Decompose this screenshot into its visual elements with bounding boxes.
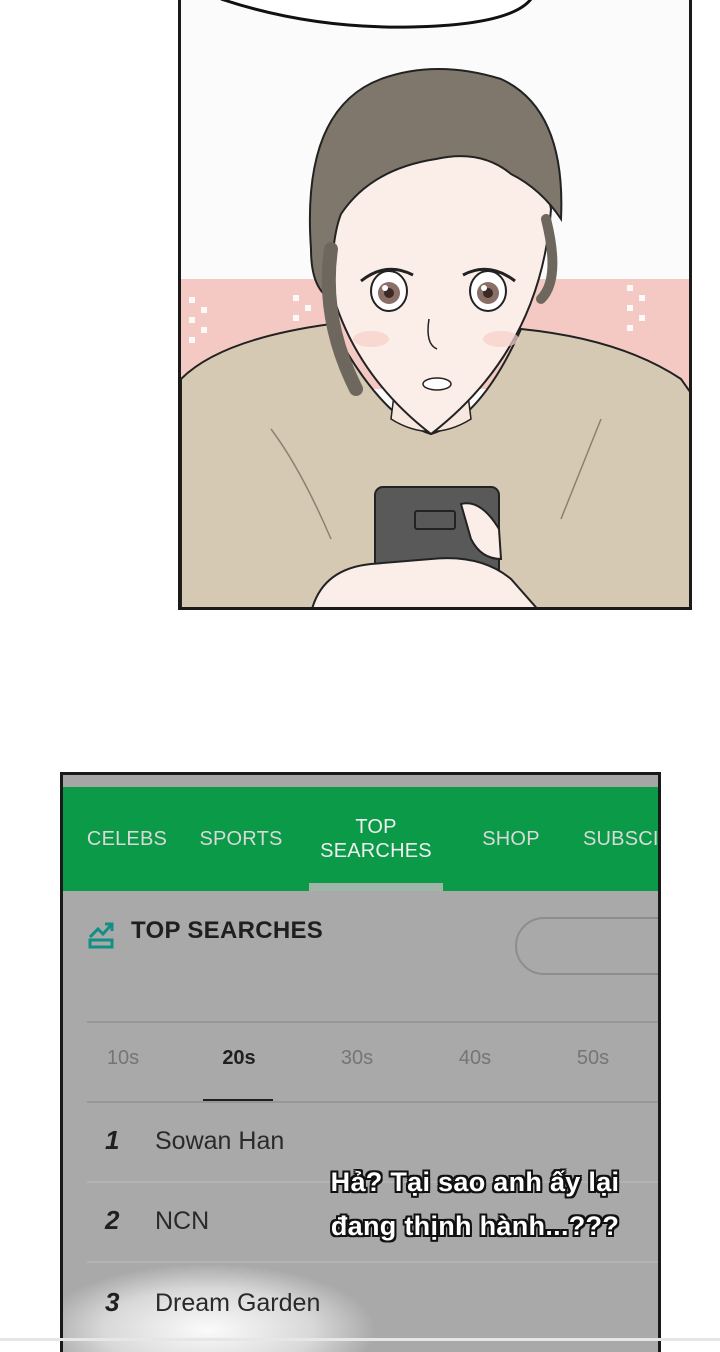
divider (87, 1261, 658, 1263)
rank-name: Dream Garden (155, 1289, 321, 1317)
dialogue-line: Hả? Tại sao anh ấy lại (330, 1167, 620, 1197)
tab-celebs[interactable]: CELEBS (79, 787, 175, 891)
woman-illustration (181, 0, 689, 607)
age-tab-30s[interactable]: 30s (317, 1047, 397, 1070)
age-tab-40s[interactable]: 40s (435, 1047, 515, 1070)
rank-name: Sowan Han (155, 1127, 285, 1155)
age-tab-10s[interactable]: 10s (83, 1047, 163, 1070)
status-strip (63, 775, 658, 787)
tab-top-searches[interactable]: TOP SEARCHES (309, 787, 443, 891)
tab-sports[interactable]: SPORTS (191, 787, 291, 891)
divider (87, 1021, 658, 1023)
comic-panel-woman-with-phone (178, 0, 692, 610)
active-tab-indicator (309, 883, 443, 891)
trending-chart-icon (88, 922, 114, 949)
search-field[interactable] (515, 917, 658, 975)
mouth (422, 377, 452, 391)
dialogue-caption: Hả? Tại sao anh ấy lại đang thịnh hành..… (300, 1160, 650, 1248)
ranking-row[interactable]: 3 Dream Garden (63, 1265, 658, 1345)
rank-number: 3 (105, 1287, 120, 1317)
age-tab-50s[interactable]: 50s (553, 1047, 633, 1070)
comic-panel-phone-screen: CELEBS SPORTS TOP SEARCHES SHOP SUBSCI T… (60, 772, 661, 1352)
rank-name: NCN (155, 1207, 210, 1235)
tab-subscribe[interactable]: SUBSCI (583, 787, 658, 891)
tab-shop[interactable]: SHOP (467, 787, 555, 891)
section-title: TOP SEARCHES (131, 917, 324, 944)
category-navbar: CELEBS SPORTS TOP SEARCHES SHOP SUBSCI (63, 787, 658, 891)
rank-number: 1 (105, 1125, 120, 1155)
rank-number: 2 (105, 1205, 120, 1235)
dialogue-line: đang thịnh hành...??? (330, 1211, 620, 1241)
section-header: TOP SEARCHES (63, 891, 658, 1021)
age-tab-20s[interactable]: 20s (199, 1047, 279, 1070)
